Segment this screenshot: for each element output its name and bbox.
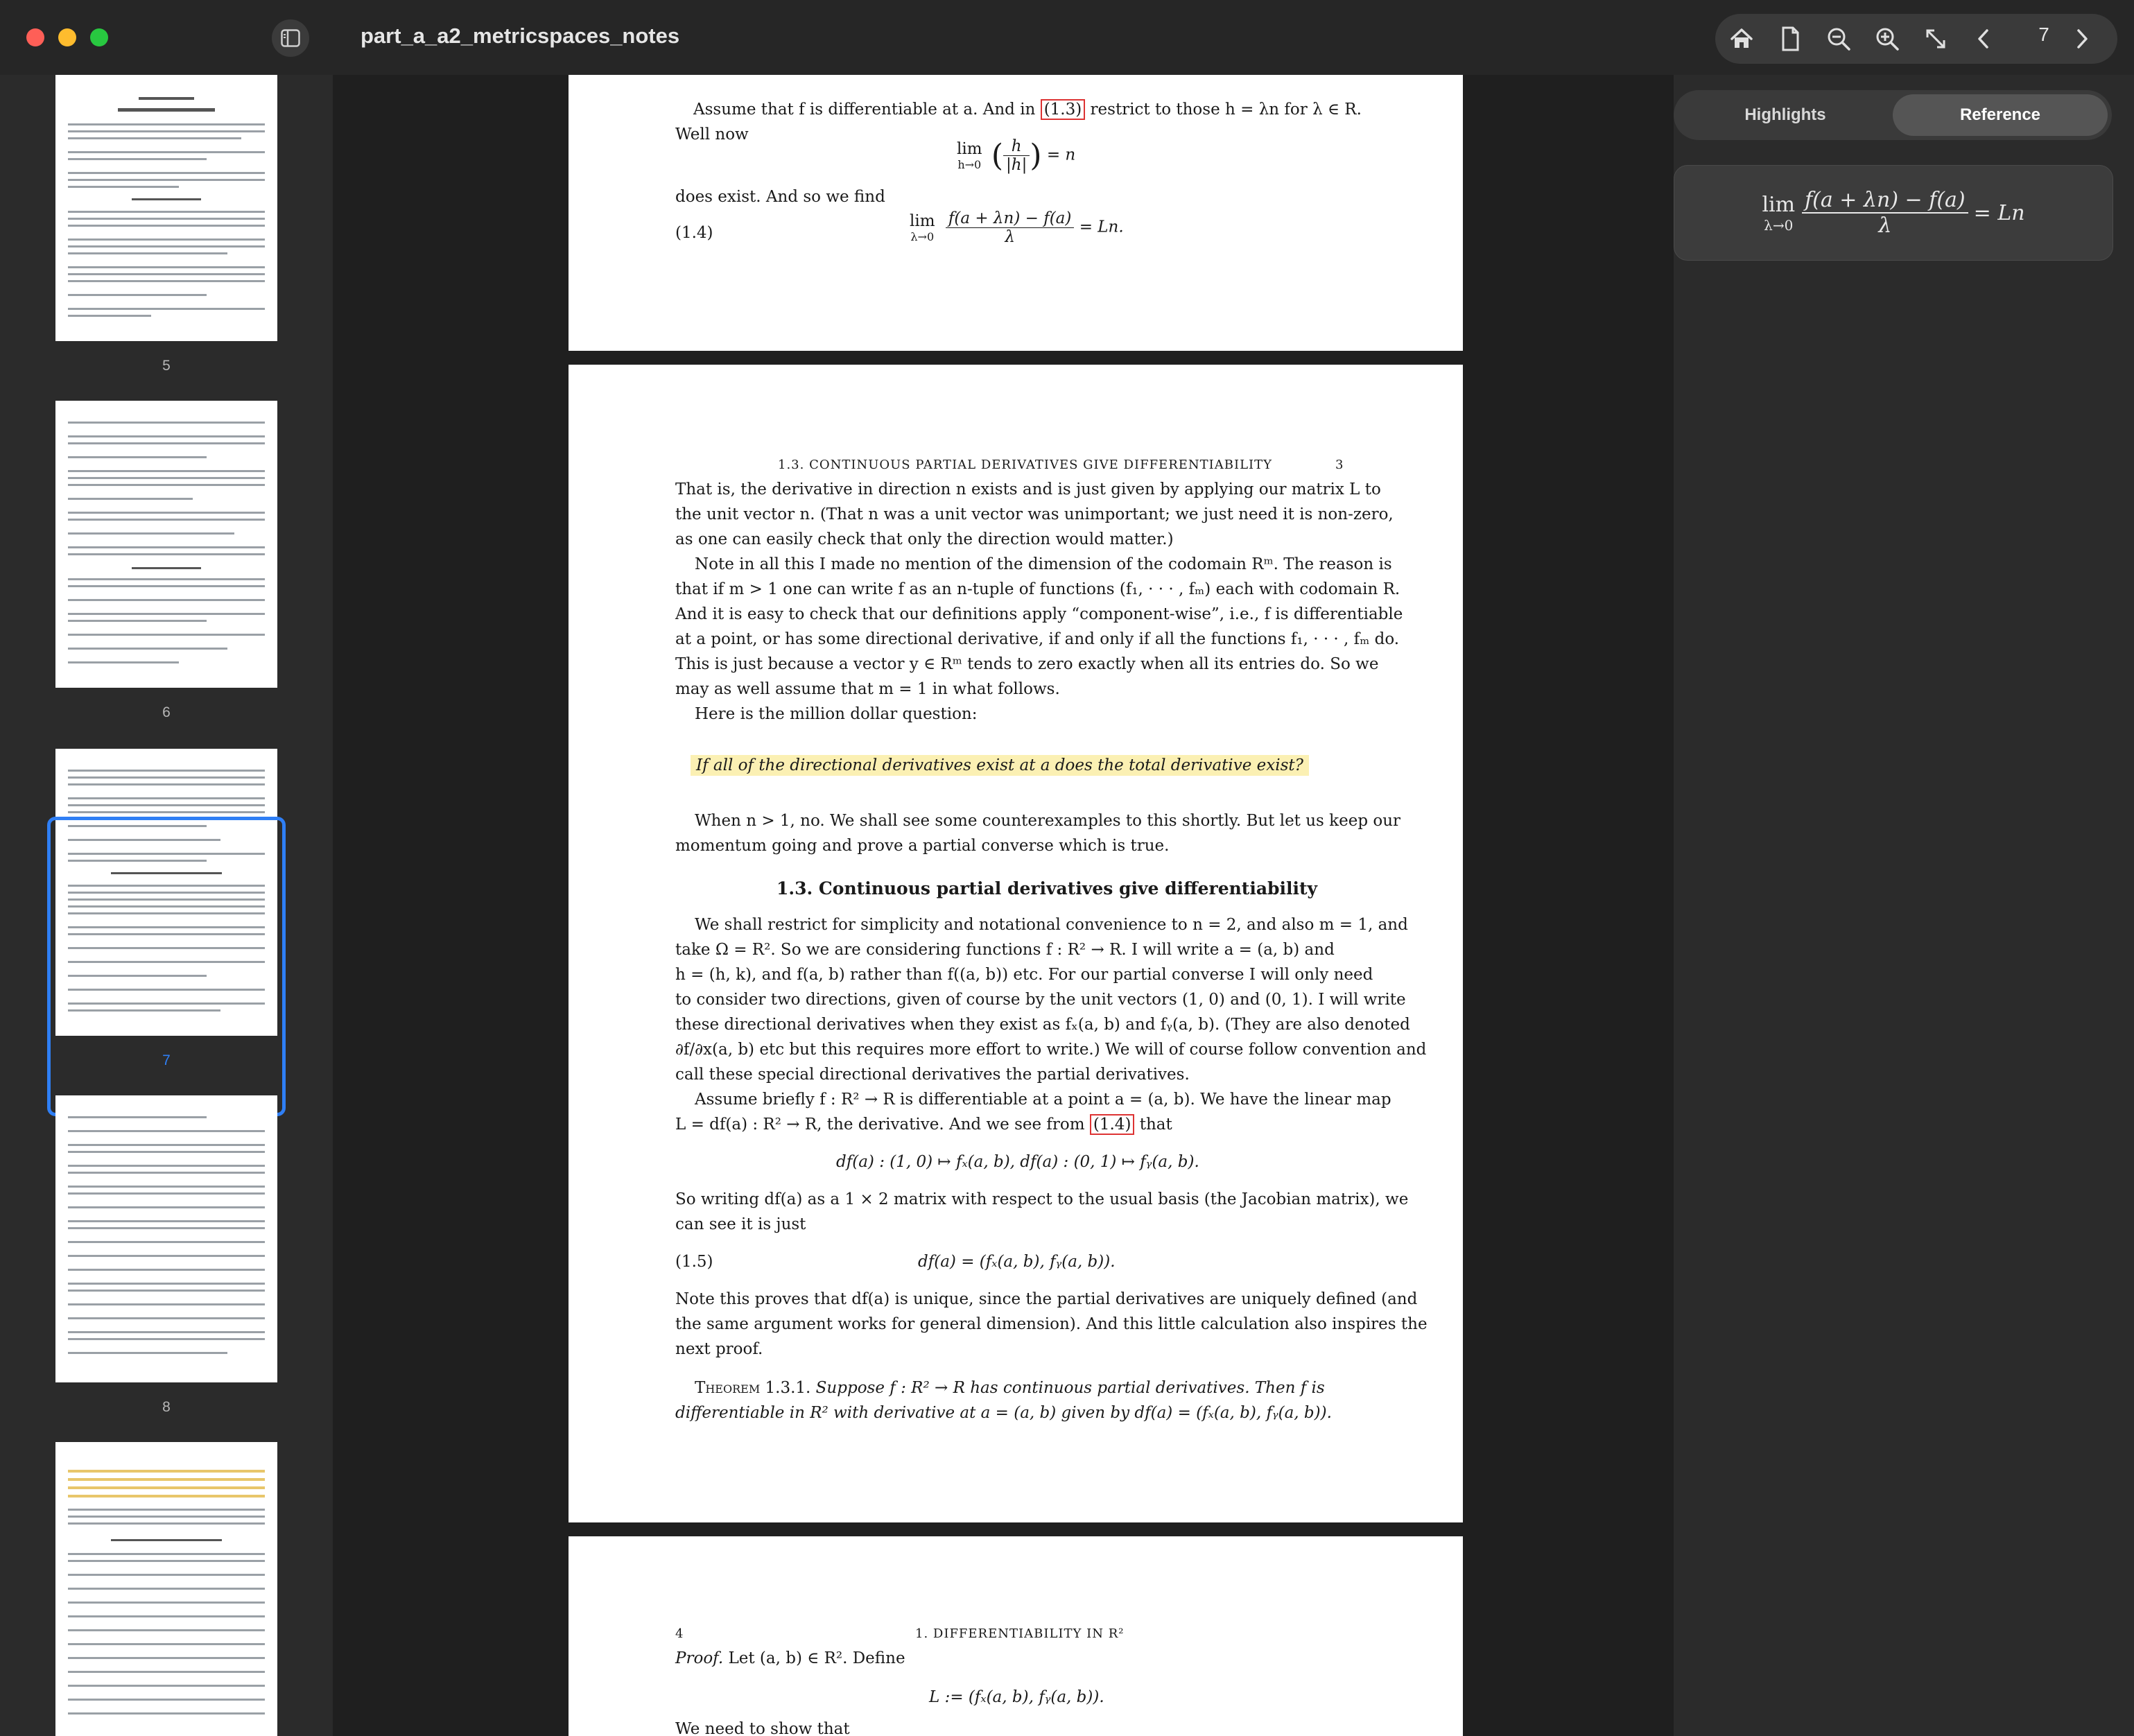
- zoom-out-button[interactable]: [1823, 24, 1854, 54]
- text-line: these directional derivatives when they …: [675, 1016, 1410, 1034]
- text-line: next proof.: [675, 1340, 763, 1358]
- text-line: may as well assume that m = 1 in what fo…: [675, 680, 1060, 698]
- text-line: momentum going and prove a partial conve…: [675, 837, 1170, 855]
- text-line: that if m > 1 one can write f as an n-tu…: [675, 580, 1400, 598]
- inspector-panel: Highlights Reference lim λ→0 f(a + λn) − …: [1674, 75, 2134, 1736]
- thumbnail-page-8[interactable]: [55, 1095, 277, 1382]
- text-line: to consider two directions, given of cou…: [675, 991, 1406, 1009]
- document-icon: [1782, 26, 1799, 51]
- running-head: 1.3. CONTINUOUS PARTIAL DERIVATIVES GIVE…: [778, 458, 1273, 472]
- text-line: Proof. Let (a, b) ∈ R². Define: [675, 1649, 905, 1667]
- text-line: This is just because a vector y ∈ Rᵐ ten…: [675, 655, 1379, 673]
- text-line: does exist. And so we find: [675, 188, 885, 206]
- text-line: as one can easily check that only the di…: [675, 530, 1174, 548]
- zoom-out-icon: [1828, 28, 1850, 51]
- equation: df(a) : (1, 0) ↦ fₓ(a, b), df(a) : (0, 1…: [836, 1153, 1199, 1171]
- text-line: Assume briefly f : R² → R is differentia…: [695, 1091, 1391, 1109]
- reference-formula: lim λ→0 f(a + λn) − f(a) λ = Ln: [1762, 188, 2025, 238]
- text-line: Here is the million dollar question:: [695, 705, 978, 723]
- text-line: ∂f/∂x(a, b) etc but this requires more e…: [675, 1041, 1427, 1059]
- sidebar-icon: [281, 29, 300, 47]
- thumbnail-page-9[interactable]: [55, 1442, 277, 1736]
- zoom-in-button[interactable]: [1872, 24, 1902, 54]
- equation-label: (1.5): [675, 1253, 713, 1271]
- panel-tabs: Highlights Reference: [1674, 90, 2112, 140]
- zoom-button[interactable]: [90, 28, 108, 46]
- equation-reference-link[interactable]: (1.3): [1040, 99, 1086, 120]
- equation: df(a) = (fₓ(a, b), fᵧ(a, b)).: [918, 1253, 1116, 1271]
- text-line: We need to show that: [675, 1720, 850, 1736]
- text-line: the same argument works for general dime…: [675, 1315, 1428, 1333]
- chevron-left-icon: [1978, 29, 1988, 49]
- text-line: Note in all this I made no mention of th…: [695, 555, 1392, 573]
- title-bar: part_a_a2_metricspaces_notes 7: [0, 0, 2134, 76]
- thumbnail-selection: [47, 817, 286, 1116]
- page-bottom: 4 1. DIFFERENTIABILITY IN R² Proof. Let …: [569, 1536, 1463, 1736]
- close-button[interactable]: [26, 28, 44, 46]
- document-title: part_a_a2_metricspaces_notes: [361, 24, 680, 48]
- theorem-statement: differentiable in R² with derivative at …: [675, 1404, 1332, 1422]
- text-line: That is, the derivative in direction n e…: [675, 480, 1381, 498]
- text-line: call these special directional derivativ…: [675, 1066, 1190, 1084]
- text-line: Assume that f is differentiable at a. An…: [693, 99, 1362, 120]
- toolbar: [1715, 14, 2117, 64]
- previous-page-button[interactable]: [1969, 24, 1999, 54]
- text-line: Well now: [675, 125, 749, 144]
- running-head: 1. DIFFERENTIABILITY IN R²: [915, 1626, 1125, 1641]
- page-number: 4: [675, 1626, 684, 1641]
- thumbnail-label: 6: [162, 704, 171, 720]
- next-page-button[interactable]: [2066, 24, 2097, 54]
- home-button[interactable]: [1726, 24, 1757, 54]
- text-line: When n > 1, no. We shall see some counte…: [695, 812, 1401, 830]
- theorem-statement: Theorem 1.3.1. Suppose f : R² → R has co…: [695, 1379, 1325, 1397]
- equation: lim h→0 (h |h|) = n: [957, 137, 1076, 174]
- text-line: And it is easy to check that our definit…: [675, 605, 1403, 623]
- chevron-right-icon: [2077, 29, 2088, 49]
- text-line: So writing df(a) as a 1 × 2 matrix with …: [675, 1190, 1409, 1208]
- page-number: 3: [1335, 458, 1344, 472]
- preview-window: part_a_a2_metricspaces_notes 7 5 6 7 8 A…: [0, 0, 2134, 1736]
- text-line: Note this proves that df(a) is unique, s…: [675, 1290, 1418, 1308]
- tab-reference[interactable]: Reference: [1893, 94, 2108, 136]
- text-line: at a point, or has some directional deri…: [675, 630, 1400, 648]
- tab-highlights[interactable]: Highlights: [1678, 94, 1893, 136]
- equation: lim λ→0 f(a + λn) − f(a) λ = Ln.: [910, 209, 1124, 246]
- document-scroll-area[interactable]: Assume that f is differentiable at a. An…: [333, 75, 1674, 1736]
- thumbnail-label-selected: 7: [162, 1052, 171, 1068]
- home-icon: [1730, 28, 1753, 48]
- page-main: 1.3. CONTINUOUS PARTIAL DERIVATIVES GIVE…: [569, 365, 1463, 1522]
- text-line: L = df(a) : R² → R, the derivative. And …: [675, 1114, 1172, 1135]
- resize-icon: [1926, 29, 1945, 49]
- thumbnail-page-5[interactable]: [55, 75, 277, 341]
- document-button[interactable]: [1775, 24, 1805, 54]
- reference-formula-card[interactable]: lim λ→0 f(a + λn) − f(a) λ = Ln: [1674, 165, 2113, 261]
- thumbnail-page-6[interactable]: [55, 401, 277, 688]
- text-line: We shall restrict for simplicity and not…: [695, 916, 1408, 934]
- text-line: take Ω = R². So we are considering funct…: [675, 941, 1335, 959]
- thumbnail-sidebar[interactable]: 5 6 7 8: [0, 75, 333, 1736]
- text-line: the unit vector n. (That n was a unit ve…: [675, 505, 1394, 523]
- section-heading: 1.3. Continuous partial derivatives give…: [777, 878, 1318, 899]
- page-top: Assume that f is differentiable at a. An…: [569, 75, 1463, 351]
- text-line: can see it is just: [675, 1215, 806, 1233]
- thumbnail-label: 8: [162, 1399, 171, 1415]
- equation: L := (fₓ(a, b), fᵧ(a, b)).: [929, 1688, 1104, 1706]
- equation-reference-link[interactable]: (1.4): [1089, 1114, 1135, 1135]
- highlighted-question[interactable]: If all of the directional derivatives ex…: [691, 753, 1309, 778]
- sidebar-toggle-button[interactable]: [272, 19, 309, 57]
- thumbnail-label: 5: [162, 358, 171, 374]
- current-page-number[interactable]: 7: [2031, 24, 2056, 46]
- text-line: h = (h, k), and f(a, b) rather than f((a…: [675, 966, 1373, 984]
- resize-button[interactable]: [1920, 24, 1951, 54]
- zoom-in-icon: [1876, 28, 1899, 51]
- minimize-button[interactable]: [58, 28, 76, 46]
- equation-label: (1.4): [675, 224, 713, 242]
